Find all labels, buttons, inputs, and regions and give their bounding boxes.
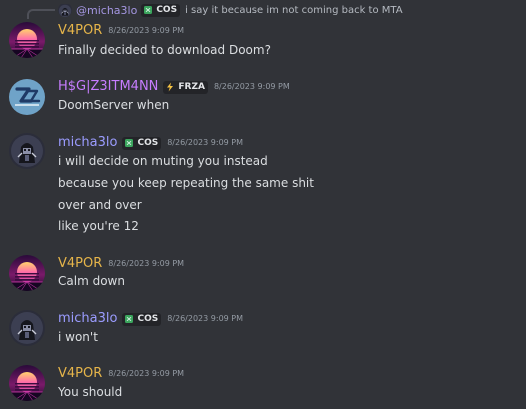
message-text: You should xyxy=(58,385,123,399)
avatar[interactable] xyxy=(9,133,45,169)
reply-avatar[interactable] xyxy=(58,3,72,17)
reply-preview-text[interactable]: i say it because im not coming back to M… xyxy=(185,5,403,16)
role-badge: COS xyxy=(122,312,162,326)
message-header: micha3lo COS 8/26/2023 9:09 PM xyxy=(58,134,243,152)
reply-badge-label: COS xyxy=(156,5,178,15)
reply-username[interactable]: @micha3lo xyxy=(76,4,137,17)
message-header: V4POR 8/26/2023 9:09 PM xyxy=(58,22,184,40)
reply-spine-line xyxy=(27,9,55,19)
message-text: because you keep repeating the same shit xyxy=(58,176,314,190)
cos-badge-icon xyxy=(124,138,134,148)
avatar[interactable] xyxy=(9,255,45,291)
message[interactable]: micha3lo COS 8/26/2023 9:09 PM i won't xyxy=(0,304,526,352)
avatar[interactable] xyxy=(9,22,45,58)
message-text: DoomServer when xyxy=(58,98,170,112)
badge-label: FRZA xyxy=(178,82,205,92)
lightning-icon xyxy=(165,82,175,92)
chat-area: @micha3lo COS i say it because im not co… xyxy=(0,0,526,409)
message-with-reply[interactable]: @micha3lo COS i say it because im not co… xyxy=(0,0,526,64)
message-header: micha3lo COS 8/26/2023 9:09 PM xyxy=(58,310,243,328)
message-text: i won't xyxy=(58,330,98,344)
message-header: V4POR 8/26/2023 9:09 PM xyxy=(58,255,184,273)
timestamp[interactable]: 8/26/2023 9:09 PM xyxy=(108,365,184,383)
message-text: Finally decided to download Doom? xyxy=(58,43,271,57)
message[interactable]: H$G|Z3ITM4NN FRZA 8/26/2023 9:09 PM Doom… xyxy=(0,72,526,120)
timestamp[interactable]: 8/26/2023 9:09 PM xyxy=(214,78,290,96)
timestamp[interactable]: 8/26/2023 9:09 PM xyxy=(167,134,243,152)
badge-label: COS xyxy=(137,138,159,148)
timestamp[interactable]: 8/26/2023 9:09 PM xyxy=(108,22,184,40)
username[interactable]: V4POR xyxy=(58,255,102,273)
username[interactable]: V4POR xyxy=(58,22,102,40)
message-text: over and over xyxy=(58,198,142,212)
username[interactable]: micha3lo xyxy=(58,134,117,152)
badge-label: COS xyxy=(137,314,159,324)
message-text: i will decide on muting you instead xyxy=(58,154,268,168)
message[interactable]: V4POR 8/26/2023 9:09 PM Calm down xyxy=(0,249,526,297)
message-text: like you're 12 xyxy=(58,219,139,233)
role-badge: COS xyxy=(122,136,162,150)
cos-badge-icon xyxy=(143,5,153,15)
message[interactable]: V4POR 8/26/2023 9:09 PM You should xyxy=(0,360,526,408)
timestamp[interactable]: 8/26/2023 9:09 PM xyxy=(108,255,184,273)
username[interactable]: micha3lo xyxy=(58,310,117,328)
message-text: Calm down xyxy=(58,274,125,288)
avatar[interactable] xyxy=(9,79,45,115)
avatar[interactable] xyxy=(9,365,45,401)
message[interactable]: micha3lo COS 8/26/2023 9:09 PM i will de… xyxy=(0,128,526,240)
username[interactable]: H$G|Z3ITM4NN xyxy=(58,78,158,96)
message-header: H$G|Z3ITM4NN FRZA 8/26/2023 9:09 PM xyxy=(58,78,290,96)
role-badge: FRZA xyxy=(163,80,208,94)
reply-row[interactable]: @micha3lo COS i say it because im not co… xyxy=(58,2,403,18)
reply-role-badge: COS xyxy=(141,3,181,17)
cos-badge-icon xyxy=(124,314,134,324)
message-header: V4POR 8/26/2023 9:09 PM xyxy=(58,365,184,383)
reply-reference[interactable]: @micha3lo COS i say it because im not co… xyxy=(0,0,526,20)
username[interactable]: V4POR xyxy=(58,365,102,383)
avatar[interactable] xyxy=(9,310,45,346)
timestamp[interactable]: 8/26/2023 9:09 PM xyxy=(167,310,243,328)
